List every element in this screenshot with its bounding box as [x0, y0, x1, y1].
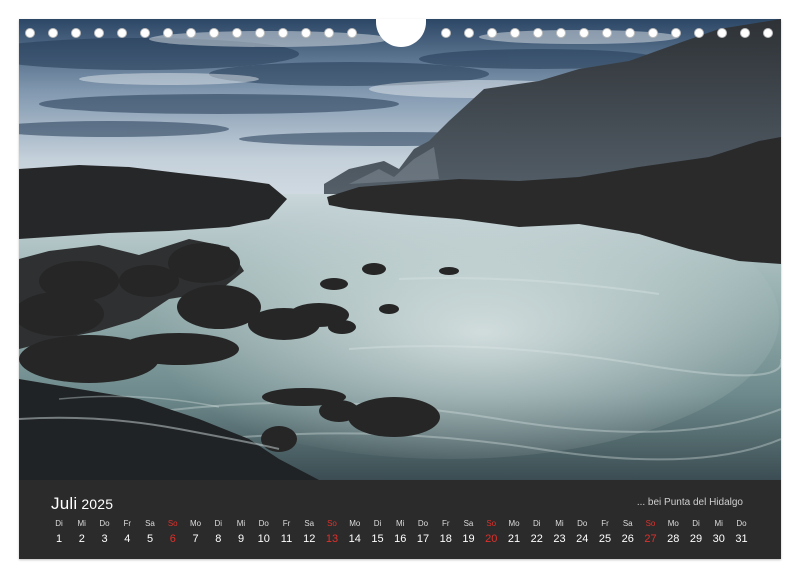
binding-hole — [278, 28, 288, 38]
binding-hole — [301, 28, 311, 38]
binding-hole — [556, 28, 566, 38]
binding-hole — [209, 28, 219, 38]
binding-hole — [255, 28, 265, 38]
month-title: Juli 2025 — [51, 494, 113, 514]
binding-hole — [94, 28, 104, 38]
binding-hole — [740, 28, 750, 38]
weekday-label: Do — [736, 519, 747, 528]
binding-hole — [487, 28, 497, 38]
binding-hole — [625, 28, 635, 38]
binding-hole — [186, 28, 196, 38]
day-number: 31 — [735, 533, 748, 545]
binding-hole — [71, 28, 81, 38]
photo-artwork — [19, 19, 781, 480]
calendar-page: Juli 2025 ... bei Punta del Hidalgo Di 1 Mi… — [19, 19, 781, 559]
binding-hole — [671, 28, 681, 38]
coastal-landscape-photo — [19, 19, 781, 480]
binding-hole — [117, 28, 127, 38]
day-grid: Di 1 Mi 2 Do 3 Fr 4 Sa 5 So 6 Mo 7 Di 8 Mi 9 Do 10 Fr 11 Sa 12 S… — [46, 519, 759, 559]
binding-hole — [232, 28, 242, 38]
binding-hole — [441, 28, 451, 38]
binding-hole — [533, 28, 543, 38]
binding-hole — [48, 28, 58, 38]
binding-hole — [464, 28, 474, 38]
binding-hole — [140, 28, 150, 38]
binding-hole — [25, 28, 35, 38]
binding-hole — [324, 28, 334, 38]
day-cell: Do 31 — [729, 519, 755, 546]
binding-hole — [602, 28, 612, 38]
binding-hole — [579, 28, 589, 38]
binding-hole — [717, 28, 727, 38]
binding-hole — [510, 28, 520, 38]
binding-hole — [347, 28, 357, 38]
calendar-panel: Juli 2025 ... bei Punta del Hidalgo Di 1 Mi… — [19, 480, 781, 559]
month-name: Juli — [51, 494, 78, 513]
binding-hole — [694, 28, 704, 38]
binding-hole — [763, 28, 773, 38]
binding-hole — [163, 28, 173, 38]
binding-hole — [648, 28, 658, 38]
year-label: 2025 — [81, 496, 114, 512]
photo-caption: ... bei Punta del Hidalgo — [636, 497, 743, 508]
